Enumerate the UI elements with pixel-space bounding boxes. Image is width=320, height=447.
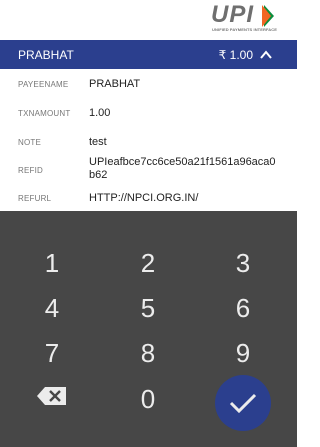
detail-label: PAYEENAME	[18, 80, 69, 89]
detail-value: test	[89, 136, 107, 148]
key-2[interactable]: 2	[118, 245, 178, 281]
detail-value: 1.00	[89, 107, 111, 119]
key-6[interactable]: 6	[213, 290, 273, 326]
checkmark-icon	[229, 393, 257, 414]
upi-logo: UPI UNIFIED PAYMENTS INTERFACE	[211, 1, 281, 34]
top-bar: UPI UNIFIED PAYMENTS INTERFACE	[0, 0, 297, 40]
backspace-icon[interactable]	[36, 383, 70, 409]
upi-arrow-icon	[262, 5, 274, 27]
detail-value: UPIeafbce7cc6ce50a21f1561a96aca0b62	[89, 156, 276, 181]
key-7[interactable]: 7	[22, 335, 82, 371]
key-8[interactable]: 8	[118, 335, 178, 371]
transaction-header[interactable]: PRABHAT ₹ 1.00	[0, 40, 297, 69]
header-payee-name: PRABHAT	[18, 48, 74, 62]
submit-button[interactable]	[215, 375, 271, 431]
upi-logo-subtitle: UNIFIED PAYMENTS INTERFACE	[212, 27, 278, 32]
chevron-up-icon[interactable]	[259, 48, 273, 62]
key-4[interactable]: 4	[22, 290, 82, 326]
key-5[interactable]: 5	[118, 290, 178, 326]
key-9[interactable]: 9	[213, 335, 273, 371]
detail-label: REFURL	[18, 194, 52, 203]
detail-label: NOTE	[18, 138, 42, 147]
detail-value: PRABHAT	[89, 78, 141, 90]
numeric-keypad: 1 2 3 4 5 6 7 8 9 0	[0, 211, 297, 447]
transaction-details: PAYEENAME PRABHAT TXNAMOUNT 1.00 NOTE te…	[0, 69, 297, 211]
detail-label: REFID	[18, 166, 43, 175]
header-amount: ₹ 1.00	[218, 48, 253, 62]
upi-logo-text: UPI	[211, 1, 255, 28]
key-3[interactable]: 3	[213, 245, 273, 281]
detail-value: HTTP://NPCI.ORG.IN/	[89, 192, 199, 204]
key-1[interactable]: 1	[22, 245, 82, 281]
key-0[interactable]: 0	[118, 381, 178, 417]
detail-label: TXNAMOUNT	[18, 109, 71, 118]
